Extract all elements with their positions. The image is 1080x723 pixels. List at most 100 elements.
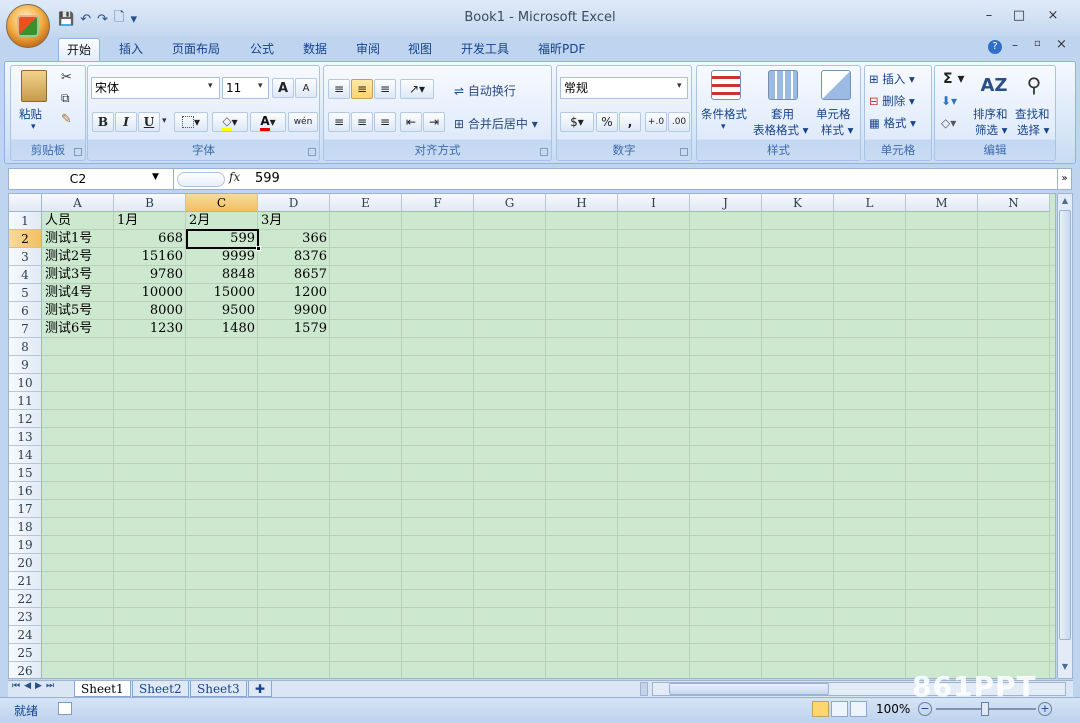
column-header-h[interactable]: H bbox=[546, 194, 618, 212]
row-header-17[interactable]: 17 bbox=[9, 500, 42, 518]
underline-dropdown-icon[interactable]: ▾ bbox=[162, 116, 167, 126]
zoom-out-icon[interactable]: − bbox=[918, 702, 932, 716]
tab-split-handle[interactable] bbox=[640, 682, 648, 696]
format-as-table-line1[interactable]: 套用 bbox=[771, 106, 794, 122]
cell-c5[interactable]: 15000 bbox=[186, 284, 258, 302]
format-cells-button[interactable]: ▦ 格式 ▾ bbox=[869, 115, 916, 131]
column-header-d[interactable]: D bbox=[258, 194, 330, 212]
chevron-down-icon[interactable]: ▾ bbox=[721, 122, 726, 132]
sheet-tab-1[interactable]: Sheet1 bbox=[74, 681, 131, 697]
font-color-button[interactable]: A ▾ bbox=[250, 112, 286, 132]
worksheet-grid[interactable]: ABCDEFGHIJKLMN 1 2 3 4 5 6 7 8 9 10 11 12 13 14 15 16 17… bbox=[8, 193, 1056, 679]
column-header-i[interactable]: I bbox=[618, 194, 690, 212]
insert-sheet-icon[interactable]: ✚ bbox=[248, 681, 272, 697]
phonetic-button[interactable]: wén bbox=[288, 112, 318, 132]
cell-styles-button[interactable]: 样式 ▾ bbox=[821, 122, 853, 138]
tab-foxit-pdf[interactable]: 福昕PDF bbox=[530, 38, 593, 61]
row-header-10[interactable]: 10 bbox=[9, 374, 42, 392]
active-cell-selection[interactable] bbox=[186, 229, 259, 249]
chevron-down-icon[interactable]: ▾ bbox=[208, 81, 213, 91]
row-header-26[interactable]: 26 bbox=[9, 662, 42, 678]
cell-c4[interactable]: 8848 bbox=[186, 266, 258, 284]
row-header-20[interactable]: 20 bbox=[9, 554, 42, 572]
fill-handle[interactable] bbox=[256, 246, 261, 251]
underline-button[interactable]: U bbox=[138, 112, 160, 132]
cell-a3[interactable]: 测试2号 bbox=[42, 248, 114, 266]
row-header-19[interactable]: 19 bbox=[9, 536, 42, 554]
tab-home[interactable]: 开始 bbox=[58, 38, 101, 61]
row-header-3[interactable]: 3 bbox=[9, 248, 42, 266]
row-header-11[interactable]: 11 bbox=[9, 392, 42, 410]
number-launcher-icon[interactable] bbox=[680, 148, 688, 156]
cell-b3[interactable]: 15160 bbox=[114, 248, 186, 266]
row-header-14[interactable]: 14 bbox=[9, 446, 42, 464]
autosum-icon[interactable]: Σ ▾ bbox=[943, 71, 964, 87]
column-header-m[interactable]: M bbox=[906, 194, 978, 212]
cell-b6[interactable]: 8000 bbox=[114, 302, 186, 320]
wrap-text-button[interactable]: ⇌ 自动换行 bbox=[454, 82, 516, 99]
insert-cells-button[interactable]: ⊞ 插入 ▾ bbox=[869, 71, 915, 87]
border-button[interactable]: ▾ bbox=[174, 112, 208, 132]
row-header-15[interactable]: 15 bbox=[9, 464, 42, 482]
format-as-table-icon[interactable] bbox=[768, 70, 798, 100]
cell-a7[interactable]: 测试6号 bbox=[42, 320, 114, 338]
column-header-g[interactable]: G bbox=[474, 194, 546, 212]
vertical-scrollbar[interactable]: ▲ ▼ bbox=[1057, 193, 1073, 679]
maximize-button[interactable]: □ bbox=[1008, 8, 1030, 26]
comma-button[interactable]: , bbox=[619, 112, 641, 132]
row-header-23[interactable]: 23 bbox=[9, 608, 42, 626]
cell-d5[interactable]: 1200 bbox=[258, 284, 330, 302]
cell-d4[interactable]: 8657 bbox=[258, 266, 330, 284]
row-header-16[interactable]: 16 bbox=[9, 482, 42, 500]
align-right-icon[interactable]: ≡ bbox=[374, 112, 396, 132]
row-header-1[interactable]: 1 bbox=[9, 212, 42, 230]
align-top-icon[interactable]: ≡ bbox=[328, 79, 350, 99]
page-layout-view-icon[interactable] bbox=[831, 701, 848, 717]
grow-font-button[interactable]: A bbox=[272, 78, 294, 98]
cell-d3[interactable]: 8376 bbox=[258, 248, 330, 266]
row-header-5[interactable]: 5 bbox=[9, 284, 42, 302]
office-button[interactable] bbox=[6, 4, 50, 48]
delete-cells-button[interactable]: ⊟ 删除 ▾ bbox=[869, 93, 915, 109]
column-header-j[interactable]: J bbox=[690, 194, 762, 212]
find-select-button[interactable]: 选择 ▾ bbox=[1017, 122, 1049, 138]
row-header-25[interactable]: 25 bbox=[9, 644, 42, 662]
sheet-nav-icons[interactable]: ⏮◀▶⏭ bbox=[12, 681, 58, 691]
align-left-icon[interactable]: ≡ bbox=[328, 112, 350, 132]
merge-center-button[interactable]: ⊞ 合并后居中 ▾ bbox=[454, 115, 538, 132]
vertical-scroll-thumb[interactable] bbox=[1059, 210, 1071, 640]
increase-indent-icon[interactable]: ⇥ bbox=[423, 112, 445, 132]
tab-page-layout[interactable]: 页面布局 bbox=[164, 38, 228, 61]
ribbon-restore-icon[interactable]: ▫ bbox=[1034, 38, 1041, 49]
alignment-launcher-icon[interactable] bbox=[540, 148, 548, 156]
cell-styles-icon[interactable] bbox=[821, 70, 851, 100]
row-header-22[interactable]: 22 bbox=[9, 590, 42, 608]
sheet-tab-2[interactable]: Sheet2 bbox=[132, 681, 189, 697]
row-header-24[interactable]: 24 bbox=[9, 626, 42, 644]
cell-b2[interactable]: 668 bbox=[114, 230, 186, 248]
column-header-b[interactable]: B bbox=[114, 194, 186, 212]
column-header-a[interactable]: A bbox=[42, 194, 114, 212]
row-header-7[interactable]: 7 bbox=[9, 320, 42, 338]
fill-color-button[interactable]: ◇ ▾ bbox=[212, 112, 248, 132]
scroll-up-icon[interactable]: ▲ bbox=[1059, 196, 1071, 208]
tab-formulas[interactable]: 公式 bbox=[242, 38, 282, 61]
font-name-select[interactable]: 宋体 bbox=[91, 77, 220, 99]
paste-icon[interactable] bbox=[21, 70, 47, 102]
clear-icon[interactable]: ◇▾ bbox=[941, 116, 956, 130]
align-bottom-icon[interactable]: ≡ bbox=[374, 79, 396, 99]
cell-c7[interactable]: 1480 bbox=[186, 320, 258, 338]
find-select-line1[interactable]: 查找和 bbox=[1015, 106, 1050, 122]
column-header-l[interactable]: L bbox=[834, 194, 906, 212]
row-header-18[interactable]: 18 bbox=[9, 518, 42, 536]
row-header-4[interactable]: 4 bbox=[9, 266, 42, 284]
sort-filter-line1[interactable]: 排序和 bbox=[973, 106, 1008, 122]
cell-d2[interactable]: 366 bbox=[258, 230, 330, 248]
zoom-slider-thumb[interactable] bbox=[981, 702, 989, 716]
cut-icon[interactable]: ✂ bbox=[61, 70, 72, 85]
close-button[interactable]: × bbox=[1042, 8, 1064, 26]
tab-developer[interactable]: 开发工具 bbox=[453, 38, 517, 61]
cell-a6[interactable]: 测试5号 bbox=[42, 302, 114, 320]
paste-button[interactable]: 粘贴 bbox=[19, 106, 42, 122]
cell-a2[interactable]: 测试1号 bbox=[42, 230, 114, 248]
